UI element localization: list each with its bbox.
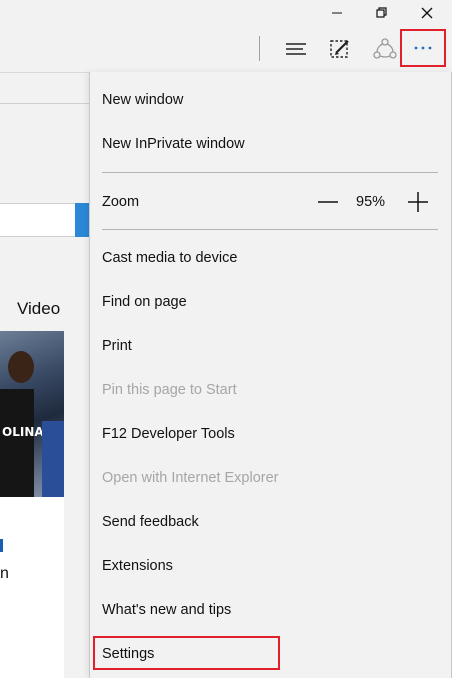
plus-icon	[408, 192, 428, 212]
minimize-button[interactable]	[317, 0, 357, 26]
menu-item-extensions[interactable]: Extensions	[102, 544, 442, 588]
page-text-fragment: n	[0, 565, 9, 582]
menu-item-new-window[interactable]: New window	[102, 78, 442, 122]
page-divider	[0, 103, 90, 104]
menu-separator	[102, 172, 438, 173]
image-player-jersey	[0, 389, 34, 497]
menu-separator	[102, 229, 438, 230]
web-note-icon	[330, 40, 349, 58]
more-actions-menu: New window New InPrivate window Zoom 95%…	[89, 72, 452, 678]
menu-item-open-with-ie: Open with Internet Explorer	[102, 470, 279, 486]
menu-item-print[interactable]: Print	[102, 324, 442, 368]
zoom-label: Zoom	[102, 194, 140, 210]
web-note-button[interactable]	[325, 34, 355, 64]
page-link-fragment[interactable]	[0, 539, 3, 552]
restore-button[interactable]	[362, 0, 402, 26]
menu-item-whats-new[interactable]: What's new and tips	[102, 588, 442, 632]
share-icon	[373, 38, 397, 59]
zoom-out-button[interactable]	[316, 192, 340, 212]
browser-toolbar	[0, 26, 452, 73]
more-dots-icon	[414, 46, 432, 50]
zoom-level-value: 95%	[356, 194, 386, 210]
title-bar	[0, 0, 452, 26]
edge-browser-window: Video OLINA n New window New InPrivate w…	[0, 0, 452, 678]
image-background-player	[42, 421, 64, 497]
page-search-input[interactable]	[0, 203, 76, 237]
more-actions-button[interactable]	[400, 29, 446, 67]
background-web-page: Video OLINA n	[0, 73, 90, 678]
restore-icon	[376, 7, 387, 18]
page-article-area	[0, 497, 64, 678]
zoom-in-button[interactable]	[406, 191, 430, 213]
minus-icon	[318, 201, 338, 203]
hub-icon	[286, 43, 306, 55]
menu-item-new-inprivate-window[interactable]: New InPrivate window	[102, 122, 442, 166]
zoom-row: Zoom 95%	[102, 180, 438, 224]
menu-item-find-on-page[interactable]: Find on page	[102, 280, 442, 324]
toolbar-divider	[259, 36, 260, 61]
menu-item-send-feedback[interactable]: Send feedback	[102, 500, 442, 544]
settings-highlight-box	[93, 636, 280, 670]
page-search-button[interactable]	[75, 203, 90, 237]
image-jersey-text: OLINA	[2, 425, 44, 439]
close-icon	[421, 7, 433, 19]
image-player-head	[8, 351, 34, 383]
share-button[interactable]	[370, 34, 400, 64]
menu-item-f12-developer-tools[interactable]: F12 Developer Tools	[102, 412, 442, 456]
close-button[interactable]	[407, 0, 447, 26]
page-news-image[interactable]: OLINA	[0, 331, 64, 497]
hub-button[interactable]	[281, 34, 311, 64]
menu-item-pin-to-start: Pin this page to Start	[102, 382, 237, 398]
menu-item-cast-media[interactable]: Cast media to device	[102, 236, 442, 280]
page-video-tab[interactable]: Video	[17, 299, 60, 319]
minimize-icon	[332, 12, 342, 14]
